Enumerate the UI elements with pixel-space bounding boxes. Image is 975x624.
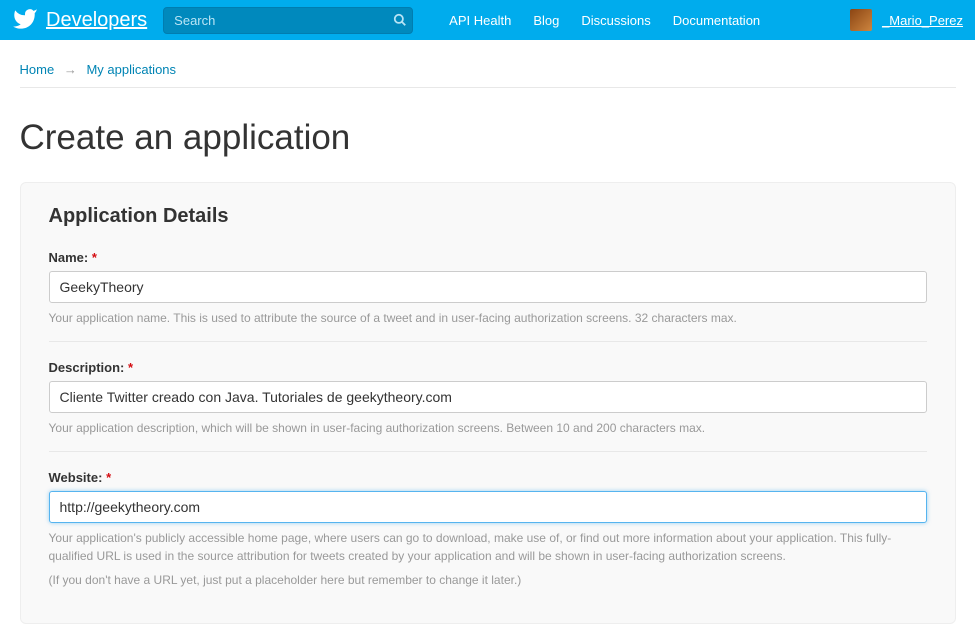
search-button[interactable]	[393, 13, 407, 27]
container: Home → My applications Create an applica…	[8, 40, 968, 624]
field-name: Name: * Your application name. This is u…	[49, 250, 927, 327]
topbar-left: Developers API Health Blog Discussions D…	[12, 6, 760, 35]
description-input[interactable]	[49, 381, 927, 413]
breadcrumb-home[interactable]: Home	[20, 62, 55, 77]
name-label-text: Name:	[49, 250, 89, 265]
search-input[interactable]	[163, 7, 413, 34]
breadcrumb: Home → My applications	[20, 40, 956, 88]
required-marker: *	[92, 250, 97, 265]
nav-discussions[interactable]: Discussions	[581, 13, 650, 28]
nav-documentation[interactable]: Documentation	[673, 13, 760, 28]
website-input[interactable]	[49, 491, 927, 523]
field-description: Description: * Your application descript…	[49, 360, 927, 437]
topbar-right: _Mario_Perez	[850, 9, 963, 31]
description-label-text: Description:	[49, 360, 125, 375]
separator	[49, 341, 927, 342]
nav-blog[interactable]: Blog	[533, 13, 559, 28]
required-marker: *	[106, 470, 111, 485]
field-website: Website: * Your application's publicly a…	[49, 470, 927, 589]
website-label-text: Website:	[49, 470, 103, 485]
application-details-panel: Application Details Name: * Your applica…	[20, 182, 956, 624]
website-label: Website: *	[49, 470, 927, 485]
name-help: Your application name. This is used to a…	[49, 309, 927, 327]
panel-heading: Application Details	[49, 205, 927, 228]
page-title: Create an application	[20, 118, 956, 158]
brand-link[interactable]: Developers	[46, 9, 147, 32]
topbar: Developers API Health Blog Discussions D…	[0, 0, 975, 40]
breadcrumb-arrow-icon: →	[64, 62, 77, 77]
website-help-2: (If you don't have a URL yet, just put a…	[49, 571, 927, 589]
description-help: Your application description, which will…	[49, 419, 927, 437]
required-marker: *	[128, 360, 133, 375]
description-label: Description: *	[49, 360, 927, 375]
breadcrumb-my-applications[interactable]: My applications	[86, 62, 176, 77]
main-nav: API Health Blog Discussions Documentatio…	[449, 13, 760, 28]
website-help-1: Your application's publicly accessible h…	[49, 529, 927, 565]
name-label: Name: *	[49, 250, 927, 265]
nav-api-health[interactable]: API Health	[449, 13, 511, 28]
name-input[interactable]	[49, 271, 927, 303]
search-icon	[393, 13, 407, 27]
twitter-bird-icon[interactable]	[12, 6, 38, 35]
search-box	[163, 7, 413, 34]
avatar[interactable]	[850, 9, 872, 31]
username-link[interactable]: _Mario_Perez	[882, 13, 963, 28]
separator	[49, 451, 927, 452]
